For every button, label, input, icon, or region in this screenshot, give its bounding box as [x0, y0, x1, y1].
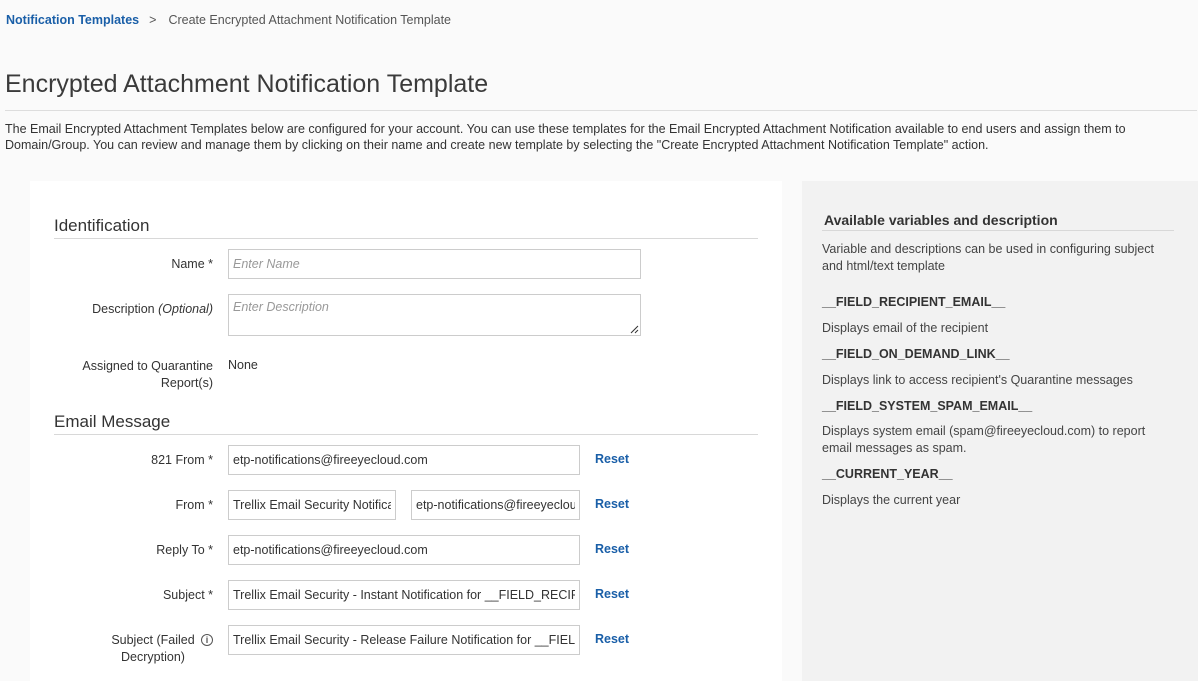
- variables-title: Available variables and description: [824, 212, 1058, 228]
- reply-to-label: Reply To *: [156, 543, 213, 557]
- breadcrumb-current: Create Encrypted Attachment Notification…: [168, 13, 451, 27]
- variable-description: Displays the current year: [822, 493, 961, 507]
- reply-to-input[interactable]: [228, 535, 580, 565]
- identification-section-title: Identification: [54, 216, 150, 235]
- assigned-reports-value: None: [228, 358, 258, 372]
- from-label: From *: [175, 498, 214, 512]
- template-form-panel: Identification Name * Description (Optio…: [30, 181, 782, 681]
- variable-name: __FIELD_SYSTEM_SPAM_EMAIL__: [822, 399, 1033, 413]
- 821-from-reset-button[interactable]: Reset: [595, 452, 629, 466]
- breadcrumb: Notification Templates > Create Encrypte…: [6, 13, 451, 27]
- subject-label: Subject *: [162, 588, 213, 602]
- identification-divider: [54, 238, 758, 239]
- subject-failed-decryption-input[interactable]: [228, 625, 580, 655]
- subject-reset-button[interactable]: Reset: [595, 587, 629, 601]
- reply-to-reset-button[interactable]: Reset: [595, 542, 629, 556]
- from-reset-button[interactable]: Reset: [595, 497, 629, 511]
- subject-failed-decryption-label: Subject (Failed Decryption) i: [30, 632, 213, 666]
- email-message-section-title: Email Message: [54, 412, 171, 431]
- title-divider: [5, 110, 1197, 111]
- variable-description: Displays system email (spam@fireeyecloud…: [822, 424, 1146, 455]
- description-input[interactable]: [228, 294, 641, 336]
- page-intro: The Email Encrypted Attachment Templates…: [5, 122, 1126, 152]
- name-input[interactable]: [228, 249, 641, 279]
- variable-name: __FIELD_RECIPIENT_EMAIL__: [822, 295, 1006, 309]
- variables-divider: [822, 230, 1174, 231]
- assigned-reports-label: Assigned to Quarantine Report(s): [82, 359, 213, 390]
- email-message-divider: [54, 434, 758, 435]
- page-title: Encrypted Attachment Notification Templa…: [5, 70, 489, 98]
- description-optional-hint: (Optional): [158, 302, 213, 316]
- description-label: Description (Optional): [92, 302, 213, 316]
- variables-panel: Available variables and description Vari…: [802, 181, 1198, 681]
- subject-input[interactable]: [228, 580, 580, 610]
- 821-from-input[interactable]: [228, 445, 580, 475]
- breadcrumb-separator: >: [149, 13, 157, 27]
- variable-name: __FIELD_ON_DEMAND_LINK__: [822, 347, 1010, 361]
- variables-intro: Variable and descriptions can be used in…: [822, 242, 1154, 273]
- name-label: Name *: [171, 257, 213, 271]
- subject-failed-decryption-reset-button[interactable]: Reset: [595, 632, 629, 646]
- breadcrumb-link-notification-templates[interactable]: Notification Templates: [6, 13, 139, 27]
- 821-from-label: 821 From *: [151, 453, 213, 467]
- variable-name: __CURRENT_YEAR__: [822, 467, 953, 481]
- from-name-input[interactable]: [228, 490, 396, 520]
- resize-grip-icon[interactable]: [629, 324, 639, 334]
- variable-description: Displays link to access recipient's Quar…: [822, 373, 1133, 387]
- info-icon[interactable]: i: [201, 634, 213, 646]
- from-email-input[interactable]: [411, 490, 580, 520]
- variable-description: Displays email of the recipient: [822, 321, 989, 335]
- subject-failed-decryption-text: Subject (Failed Decryption): [111, 633, 195, 664]
